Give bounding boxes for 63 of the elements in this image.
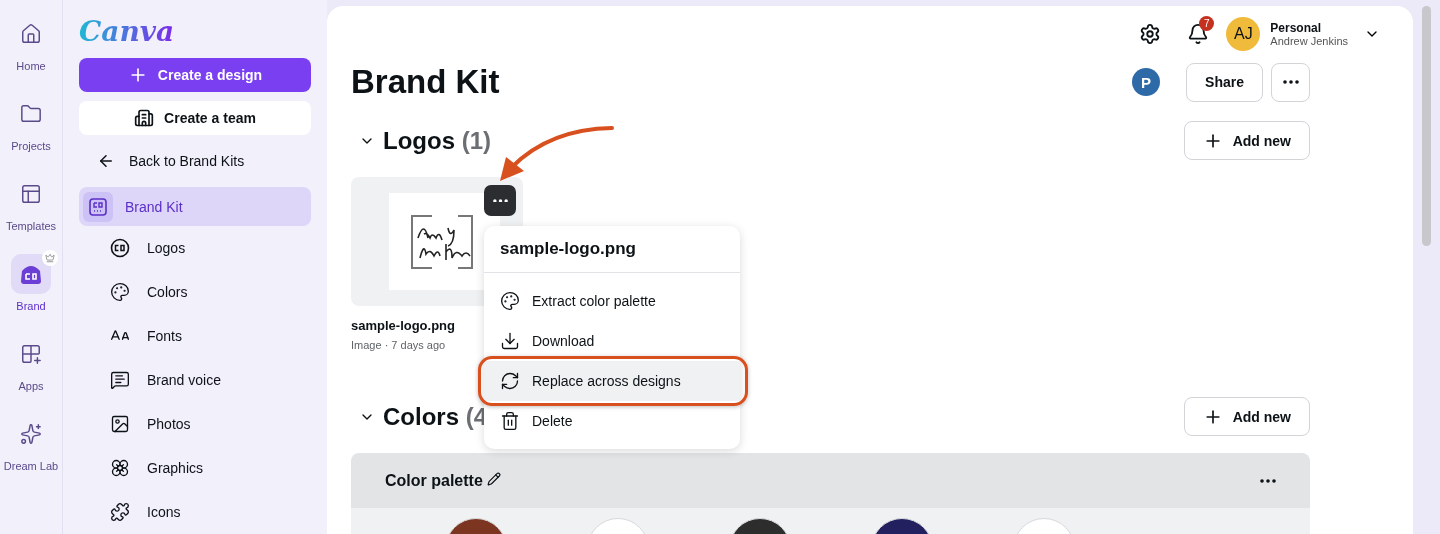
rail-item[interactable]: Brand: [0, 254, 62, 322]
refresh-icon: [500, 371, 520, 391]
menu-item[interactable]: Extract color palette: [484, 281, 740, 321]
account-plan: Personal: [1270, 21, 1322, 35]
sidebar-item[interactable]: Icons: [79, 490, 311, 534]
rail-item[interactable]: Templates: [0, 174, 62, 242]
settings-icon: [1139, 23, 1162, 45]
page-title: Brand Kit: [351, 63, 501, 101]
brand-icon: [18, 263, 44, 285]
create-team-button[interactable]: Create a team: [79, 101, 311, 136]
notification-count: 7: [1199, 16, 1215, 31]
menu-item[interactable]: Replace across designs: [484, 361, 740, 401]
add-new-button[interactable]: Add new: [1183, 121, 1310, 160]
message-icon: [110, 370, 130, 390]
home-icon: [20, 23, 42, 45]
palette-name: Color palette: [385, 471, 1254, 490]
sidebar-item[interactable]: Brand voice: [79, 358, 311, 402]
more-icon[interactable]: [1260, 478, 1276, 483]
sidebar-item[interactable]: Photos: [79, 402, 311, 446]
flower-icon: [110, 458, 130, 478]
logo-mark-icon: [110, 238, 130, 258]
back-link[interactable]: Back to Brand Kits: [79, 144, 311, 177]
rail-item[interactable]: Dream Lab: [0, 414, 62, 482]
sidebar-item[interactable]: Fonts: [79, 314, 311, 358]
sidebar-item[interactable]: Brand Kit: [79, 187, 311, 226]
collaborator-avatar: P: [1132, 68, 1161, 96]
template-icon: [20, 183, 42, 205]
palette-icon: [110, 282, 130, 302]
menu-item[interactable]: Download: [484, 321, 740, 361]
more-options-button[interactable]: [484, 185, 516, 216]
section-title: Logos (1): [383, 126, 491, 155]
add-new-button[interactable]: Add new: [1183, 397, 1310, 436]
more-button[interactable]: [1271, 62, 1310, 102]
sidebar-item[interactable]: Graphics: [79, 446, 311, 490]
rail-item[interactable]: Projects: [0, 94, 62, 162]
sidebar-item[interactable]: Logos: [79, 226, 311, 270]
menu-title: sample-logo.png: [484, 226, 740, 273]
brand-kit-icon: [88, 196, 108, 217]
rail-item[interactable]: Apps: [0, 334, 62, 402]
account-name: Andrew Jenkins: [1270, 35, 1348, 47]
share-button[interactable]: Share: [1186, 62, 1263, 102]
palette-icon: [500, 291, 520, 311]
user-avatar: AJ: [1226, 17, 1261, 51]
sparkles-icon: [20, 423, 42, 445]
download-icon: [500, 331, 520, 351]
grid-plus-icon: [20, 343, 42, 365]
notifications-button[interactable]: 7: [1178, 14, 1219, 54]
file-name: sample-logo.png: [351, 318, 455, 333]
building-icon: [134, 108, 155, 129]
folder-icon: [20, 103, 42, 125]
account-switcher[interactable]: AJ Personal Andrew Jenkins: [1226, 17, 1380, 51]
pencil-icon[interactable]: [487, 471, 502, 486]
rail-item[interactable]: Home: [0, 14, 62, 82]
file-meta: Image · 7 days ago: [351, 339, 446, 351]
scrollbar-thumb[interactable]: [1422, 6, 1431, 246]
menu-item[interactable]: Delete: [484, 401, 740, 441]
image-icon: [110, 414, 130, 434]
create-design-button[interactable]: Create a design: [79, 58, 311, 93]
trash-icon: [500, 411, 520, 431]
more-icon: [1282, 80, 1299, 84]
puzzle-icon: [110, 502, 130, 522]
sidebar-item[interactable]: Colors: [79, 270, 311, 314]
more-icon: [492, 198, 508, 203]
